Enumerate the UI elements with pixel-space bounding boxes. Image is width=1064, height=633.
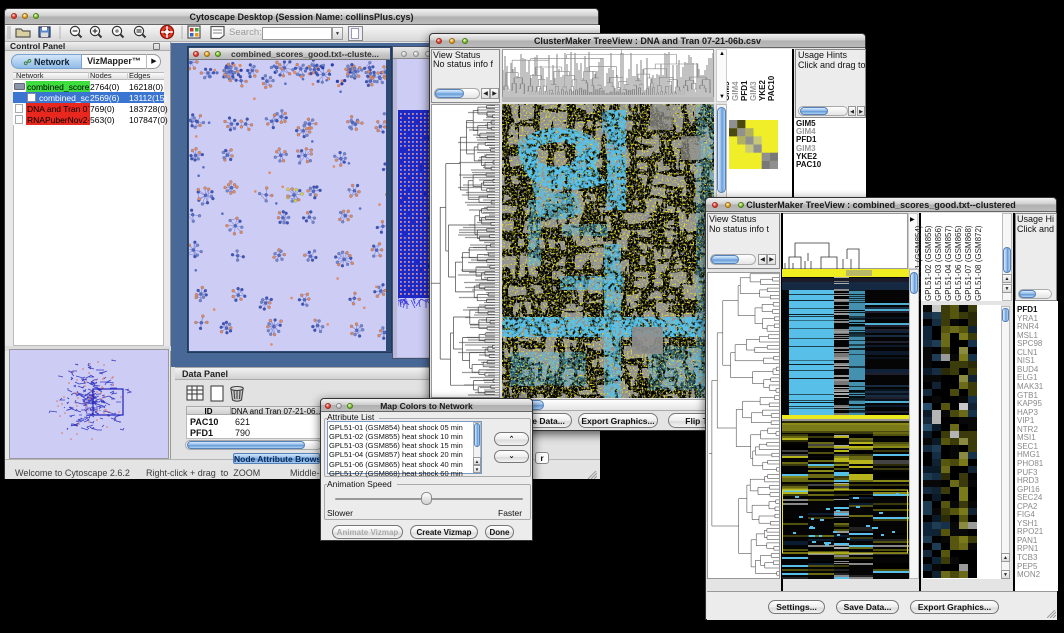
svg-text:Search:: Search: (229, 27, 262, 38)
